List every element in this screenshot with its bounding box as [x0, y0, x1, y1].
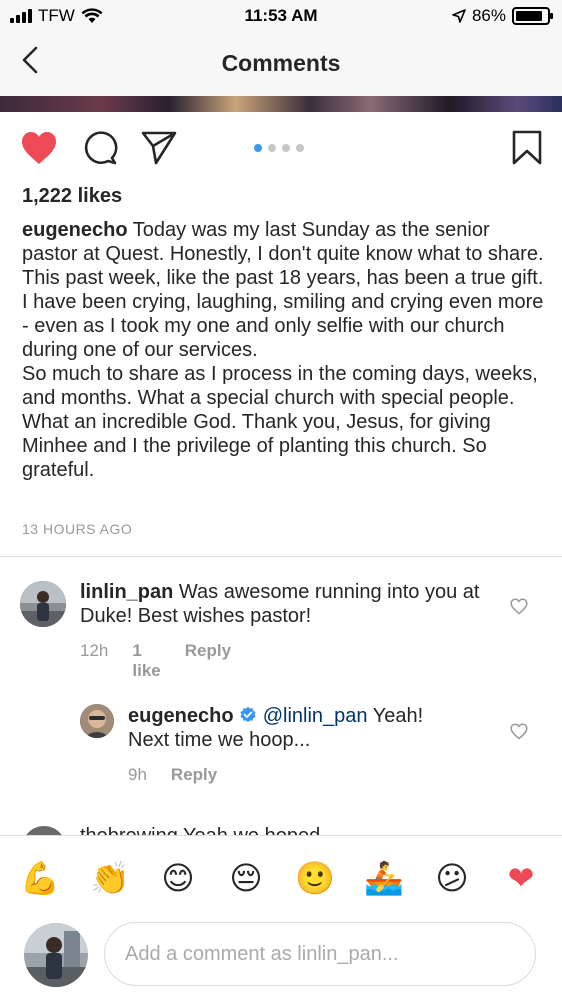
heart-outline-icon[interactable]	[510, 723, 528, 740]
carousel-dot	[296, 144, 304, 152]
reply-time: 9h	[128, 765, 147, 784]
slight-smile-emoji-button[interactable]: 🙂	[295, 858, 335, 898]
comment-like-count[interactable]: 1 like	[132, 641, 160, 681]
rowboat-emoji-button[interactable]: 🚣	[364, 858, 404, 898]
flexed-biceps-emoji-button[interactable]: 💪	[20, 858, 60, 898]
comment-composer	[0, 917, 562, 1000]
bookmark-icon[interactable]	[512, 130, 542, 166]
battery-fill	[516, 11, 542, 21]
post-photo-edge	[0, 96, 562, 112]
post-timestamp: 13 HOURS AGO	[22, 521, 133, 537]
emoji-quick-bar: 💪 👏 😊 😔 🙂 🚣 😕 ❤	[0, 835, 562, 917]
post-caption: eugenecho Today was my last Sunday as th…	[22, 218, 544, 482]
battery-percent: 86%	[471, 6, 506, 25]
top-bar: TFW 11:53 AM 86% Comments	[0, 0, 562, 96]
page-title: Comments	[221, 50, 341, 76]
partial-comment: thebrewing Yeah we hoped...	[0, 818, 562, 835]
partial-comment-text: thebrewing Yeah we hoped...	[80, 824, 337, 835]
battery-icon	[512, 7, 553, 25]
reply-button[interactable]: Reply	[171, 765, 217, 785]
carousel-indicator	[254, 144, 304, 152]
pensive-face-emoji-button[interactable]: 😔	[226, 858, 266, 898]
location-arrow-icon	[452, 9, 466, 23]
comment-time: 12h	[80, 641, 109, 660]
avatar[interactable]	[80, 704, 114, 738]
divider	[0, 556, 562, 557]
like-count[interactable]: 1,222 likes	[22, 185, 122, 208]
comment-input[interactable]	[104, 922, 536, 986]
heart-outline-icon[interactable]	[510, 598, 528, 615]
heart-icon[interactable]	[20, 130, 58, 166]
caption-username[interactable]: eugenecho	[22, 219, 128, 241]
clapping-hands-emoji-button[interactable]: 👏	[90, 858, 130, 898]
mention-link[interactable]: @linlin_pan	[263, 705, 368, 727]
red-heart-emoji-button[interactable]: ❤	[501, 858, 541, 898]
smiling-face-emoji-button[interactable]: 😊	[158, 858, 198, 898]
carousel-dot	[282, 144, 290, 152]
avatar[interactable]	[22, 826, 66, 835]
comment-username[interactable]: linlin_pan	[80, 581, 173, 603]
reply-username[interactable]: eugenecho	[128, 705, 234, 727]
share-icon[interactable]	[140, 130, 178, 166]
comment-icon[interactable]	[82, 130, 118, 166]
carousel-dot	[254, 144, 262, 152]
post-action-bar	[0, 122, 562, 178]
avatar[interactable]	[20, 581, 66, 627]
confused-face-emoji-button[interactable]: 😕	[432, 858, 472, 898]
caption-text-2: So much to share as I process in the com…	[22, 363, 538, 481]
verified-badge-icon	[240, 706, 256, 723]
carousel-dot	[268, 144, 276, 152]
nav-bar: Comments	[0, 34, 562, 96]
avatar	[24, 923, 88, 987]
status-bar: TFW 11:53 AM 86%	[0, 0, 562, 34]
reply-button[interactable]: Reply	[185, 641, 231, 681]
